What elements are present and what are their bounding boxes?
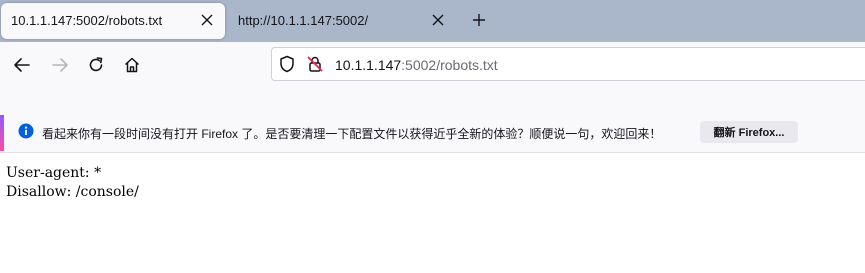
- url-host: 10.1.1.147: [335, 57, 402, 73]
- arrow-right-icon[interactable]: [46, 51, 74, 79]
- robots-line-user-agent: User-agent: *: [6, 165, 102, 181]
- page-content: User-agent: * Disallow: /console/: [6, 164, 139, 202]
- info-icon: [18, 123, 34, 144]
- url-text: 10.1.1.147:5002/robots.txt: [335, 57, 498, 73]
- insecure-lock-icon[interactable]: [306, 55, 324, 78]
- tab-strip: 10.1.1.147:5002/robots.txt http://10.1.1…: [0, 0, 865, 42]
- tab-title: http://10.1.1.147:5002/: [238, 13, 369, 28]
- url-bar[interactable]: 10.1.1.147:5002/robots.txt: [271, 47, 865, 81]
- shield-icon[interactable]: [278, 55, 296, 78]
- close-icon[interactable]: [428, 10, 448, 30]
- url-path: :5002/robots.txt: [401, 57, 498, 73]
- tab-robots[interactable]: 10.1.1.147:5002/robots.txt: [1, 3, 225, 39]
- notification-message: 看起来你有一段时间没有打开 Firefox 了。是否要清理一下配置文件以获得近乎…: [42, 127, 662, 141]
- robots-line-disallow: Disallow: /console/: [6, 184, 139, 200]
- refresh-firefox-button[interactable]: 翻新 Firefox...: [700, 121, 798, 143]
- close-icon[interactable]: [197, 10, 217, 30]
- notification-bar-area: 看起来你有一段时间没有打开 Firefox 了。是否要清理一下配置文件以获得近乎…: [0, 88, 865, 153]
- tab-title: 10.1.1.147:5002/robots.txt: [11, 13, 163, 28]
- plus-icon[interactable]: [468, 9, 490, 31]
- tab-home[interactable]: http://10.1.1.147:5002/: [228, 3, 456, 39]
- arrow-left-icon[interactable]: [8, 51, 36, 79]
- reload-icon[interactable]: [82, 51, 110, 79]
- notification-accent: [0, 115, 4, 151]
- notification-bar: 看起来你有一段时间没有打开 Firefox 了。是否要清理一下配置文件以获得近乎…: [0, 115, 865, 151]
- navigation-toolbar: 10.1.1.147:5002/robots.txt: [0, 42, 865, 88]
- home-icon[interactable]: [118, 51, 146, 79]
